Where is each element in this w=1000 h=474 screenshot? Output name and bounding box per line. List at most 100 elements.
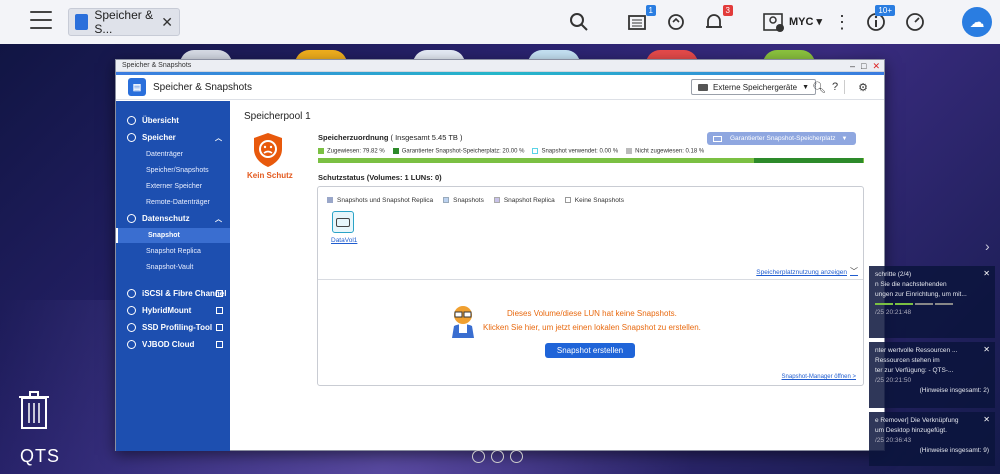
iscsi-icon	[127, 289, 136, 298]
allocation-title: Speicherzuordnung ( Insgesamt 5.45 TB )	[318, 133, 463, 142]
header-divider	[844, 80, 845, 94]
volume-icon	[336, 217, 350, 227]
sidebar-item-overview[interactable]: Übersicht	[116, 113, 230, 128]
gauge-icon[interactable]	[902, 9, 928, 35]
notification-panel: ✕ schritte (2/4) n Sie die nachstehenden…	[869, 266, 995, 468]
username: MYC	[789, 16, 814, 28]
close-icon[interactable]: ✕	[872, 61, 880, 72]
sidebar-item-disks[interactable]: Datenträger	[116, 147, 230, 162]
legend-item: Garantierter Snapshot-Speicherplatz: 20.…	[392, 148, 524, 155]
filter-snapshots[interactable]: Snapshots	[443, 197, 484, 204]
ssd-icon	[127, 323, 136, 332]
show-usage-label: Speicherplatznutzung anzeigen	[756, 269, 847, 276]
drive-icon	[698, 83, 708, 91]
app-header: ▤ Speicher & Snapshots Externe Speicherg…	[116, 75, 884, 100]
external-link-icon	[216, 324, 223, 331]
chevron-right-icon[interactable]: ›	[985, 238, 990, 254]
search-icon[interactable]: 🔍︎	[812, 80, 826, 94]
notification-title: schritte (2/4)	[875, 271, 912, 278]
close-icon[interactable]: ✕	[161, 14, 173, 31]
sidebar-item-remote-disks[interactable]: Remote-Datenträger	[116, 195, 230, 210]
guaranteed-snapshot-space-button[interactable]: Garantierter Snapshot-Speicherplatz ▼	[707, 132, 856, 145]
close-icon[interactable]: ✕	[983, 345, 990, 355]
minimize-icon[interactable]: –	[850, 61, 855, 72]
show-usage-link[interactable]: Speicherplatznutzung anzeigen ﹀	[756, 266, 858, 277]
legend-item: Zugewiesen: 79.82 %	[318, 148, 385, 155]
trash-icon[interactable]	[18, 390, 50, 430]
filter-snapshots-and-replica[interactable]: Snapshots und Snapshot Replica	[327, 197, 433, 204]
sidebar-item-snapshot[interactable]: Snapshot	[116, 228, 230, 243]
legend-swatch	[318, 148, 324, 154]
window-titlebar[interactable]: Speicher & Snapshots	[116, 60, 884, 72]
bell-icon[interactable]: 3	[701, 5, 733, 35]
volume-name-link[interactable]: DataVol1	[331, 237, 357, 244]
gear-icon[interactable]: ⚙	[856, 80, 870, 94]
help-icon[interactable]: ?	[828, 80, 842, 94]
menu-icon[interactable]	[30, 11, 52, 29]
guaranteed-snapshot-space-label: Garantierter Snapshot-Speicherplatz	[730, 135, 836, 142]
dock-circle-icon[interactable]	[510, 450, 523, 463]
sidebar-item-data-protection[interactable]: Datenschutz ︿	[116, 211, 230, 226]
snapshot-filter-row: Snapshots und Snapshot Replica Snapshots…	[327, 197, 624, 204]
vjbod-icon	[127, 340, 136, 349]
dock-circle-icon[interactable]	[472, 450, 485, 463]
sidebar-item-snapshot-replica[interactable]: Snapshot Replica	[116, 244, 230, 259]
allocation-usage-bar	[318, 158, 864, 163]
snapshot-manager-link[interactable]: Snapshot-Manager öffnen >	[782, 374, 856, 380]
create-snapshot-button[interactable]: Snapshot erstellen	[545, 343, 635, 358]
dock-circle-icon[interactable]	[491, 450, 504, 463]
notification-card[interactable]: ✕ e Remover] Die Verknüpfung um Desktop …	[869, 412, 995, 466]
maximize-icon[interactable]: □	[861, 61, 866, 72]
legend-label: Zugewiesen: 79.82 %	[327, 148, 385, 155]
close-icon[interactable]: ✕	[983, 269, 990, 279]
cloud-icon[interactable]: ☁	[962, 7, 992, 37]
user-icon[interactable]	[761, 9, 787, 35]
sidebar-item-label: VJBOD Cloud	[142, 340, 195, 349]
close-icon[interactable]: ✕	[983, 415, 990, 425]
tasks-icon[interactable]: 1	[624, 5, 656, 35]
sidebar-item-hybridmount[interactable]: HybridMount	[116, 303, 230, 318]
notification-body: n Sie die nachstehenden	[875, 281, 947, 288]
info-icon[interactable]: 10+	[863, 5, 895, 35]
database-icon	[127, 133, 136, 142]
notification-card[interactable]: ✕ nter wertvolle Ressourcen ... Ressourc…	[869, 342, 995, 408]
storage-snapshots-window: Speicher & Snapshots – □ ✕ ▤ Speicher & …	[115, 59, 885, 451]
user-menu[interactable]: MYC ▾	[789, 15, 822, 28]
sidebar-item-ssd-profiling[interactable]: SSD Profiling-Tool	[116, 320, 230, 335]
external-link-icon	[216, 341, 223, 348]
filter-snapshot-replica[interactable]: Snapshot Replica	[493, 197, 555, 204]
legend-swatch	[392, 148, 399, 154]
taskbar-app-tab[interactable]: Speicher & S... ✕	[68, 8, 180, 36]
sidebar-item-storage[interactable]: Speicher ︿	[116, 130, 230, 145]
taskbar: Speicher & S... ✕ 1 3 MYC ▾ ⋮ 10+ ☁	[0, 0, 1000, 44]
sidebar-item-external-storage[interactable]: Externer Speicher	[116, 179, 230, 194]
notification-time: /25 20:21:50	[875, 377, 912, 384]
volume-card[interactable]	[332, 211, 354, 233]
sidebar-item-storage-snapshots[interactable]: Speicher/Snapshots	[116, 163, 230, 178]
filter-label: Keine Snapshots	[574, 197, 624, 204]
notification-body: ter zur Verfügung: - QTS-...	[875, 367, 954, 374]
sidebar-item-vjbod-cloud[interactable]: VJBOD Cloud	[116, 337, 230, 352]
sidebar-item-iscsi[interactable]: iSCSI & Fibre Channel	[116, 286, 230, 301]
external-storage-label: Externe Speichergeräte	[713, 82, 798, 92]
chevron-down-icon: ▼	[841, 135, 848, 142]
chevron-up-icon: ︿	[215, 215, 222, 223]
sidebar: Übersicht Speicher ︿ Datenträger Speiche…	[116, 101, 230, 451]
legend-item: Nicht zugewiesen: 0.18 %	[626, 148, 704, 155]
notification-card[interactable]: ✕ schritte (2/4) n Sie die nachstehenden…	[869, 266, 995, 338]
no-snapshot-message[interactable]: Dieses Volume/diese LUN hat keine Snapsh…	[483, 307, 701, 335]
protection-status-panel: Snapshots und Snapshot Replica Snapshots…	[317, 186, 864, 386]
sidebar-item-label: iSCSI & Fibre Channel	[142, 289, 227, 298]
filter-swatch	[493, 197, 500, 204]
sidebar-item-label: Übersicht	[142, 116, 179, 125]
sidebar-item-snapshot-vault[interactable]: Snapshot-Vault	[116, 260, 230, 275]
search-icon[interactable]	[566, 9, 592, 35]
notification-body: ungen zur Einrichtung, um mit...	[875, 291, 967, 298]
sync-icon[interactable]	[663, 9, 689, 35]
external-storage-dropdown[interactable]: Externe Speichergeräte ▼	[691, 79, 816, 95]
storage-app-icon	[75, 14, 89, 30]
filter-no-snapshots[interactable]: Keine Snapshots	[564, 197, 624, 204]
more-icon[interactable]: ⋮	[829, 9, 855, 35]
sidebar-item-label: SSD Profiling-Tool	[142, 323, 213, 332]
